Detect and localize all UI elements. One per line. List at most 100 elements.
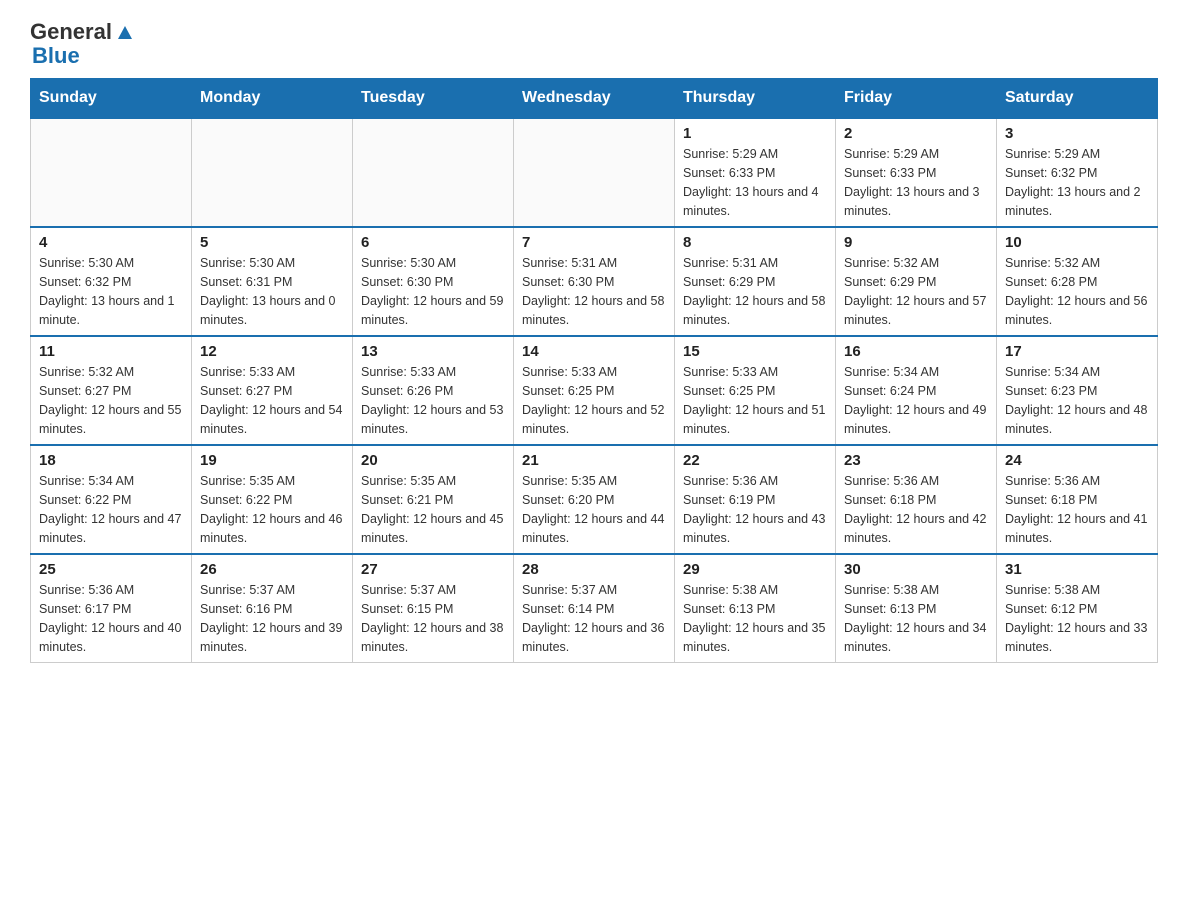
day-info: Sunrise: 5:35 AM Sunset: 6:22 PM Dayligh… — [200, 472, 344, 547]
day-number: 24 — [1005, 452, 1149, 469]
day-number: 31 — [1005, 561, 1149, 578]
day-info: Sunrise: 5:36 AM Sunset: 6:17 PM Dayligh… — [39, 581, 183, 656]
day-info: Sunrise: 5:32 AM Sunset: 6:28 PM Dayligh… — [1005, 254, 1149, 329]
column-header-sunday: Sunday — [31, 79, 192, 119]
day-info: Sunrise: 5:38 AM Sunset: 6:13 PM Dayligh… — [844, 581, 988, 656]
logo: General Blue — [30, 20, 136, 68]
day-number: 9 — [844, 234, 988, 251]
day-info: Sunrise: 5:30 AM Sunset: 6:32 PM Dayligh… — [39, 254, 183, 329]
day-info: Sunrise: 5:29 AM Sunset: 6:32 PM Dayligh… — [1005, 145, 1149, 220]
day-info: Sunrise: 5:30 AM Sunset: 6:31 PM Dayligh… — [200, 254, 344, 329]
calendar-table: SundayMondayTuesdayWednesdayThursdayFrid… — [30, 78, 1158, 663]
day-number: 17 — [1005, 343, 1149, 360]
day-number: 20 — [361, 452, 505, 469]
day-number: 12 — [200, 343, 344, 360]
day-info: Sunrise: 5:37 AM Sunset: 6:16 PM Dayligh… — [200, 581, 344, 656]
day-number: 8 — [683, 234, 827, 251]
calendar-week-2: 4 Sunrise: 5:30 AM Sunset: 6:32 PM Daylig… — [31, 227, 1158, 336]
day-number: 6 — [361, 234, 505, 251]
day-info: Sunrise: 5:33 AM Sunset: 6:27 PM Dayligh… — [200, 363, 344, 438]
column-header-saturday: Saturday — [997, 79, 1158, 119]
column-header-friday: Friday — [836, 79, 997, 119]
calendar-cell: 17Sunrise: 5:34 AM Sunset: 6:23 PM Dayli… — [997, 336, 1158, 445]
day-number: 13 — [361, 343, 505, 360]
calendar-cell: 23 Sunrise: 5:36 AM Sunset: 6:18 PM Dayli… — [836, 445, 997, 554]
day-number: 4 — [39, 234, 183, 251]
calendar-cell: 26Sunrise: 5:37 AM Sunset: 6:16 PM Dayli… — [192, 554, 353, 663]
day-number: 30 — [844, 561, 988, 578]
day-info: Sunrise: 5:33 AM Sunset: 6:25 PM Dayligh… — [683, 363, 827, 438]
day-info: Sunrise: 5:34 AM Sunset: 6:22 PM Dayligh… — [39, 472, 183, 547]
day-info: Sunrise: 5:31 AM Sunset: 6:29 PM Dayligh… — [683, 254, 827, 329]
day-info: Sunrise: 5:29 AM Sunset: 6:33 PM Dayligh… — [844, 145, 988, 220]
calendar-cell: 25 Sunrise: 5:36 AM Sunset: 6:17 PM Dayli… — [31, 554, 192, 663]
calendar-cell: 20 Sunrise: 5:35 AM Sunset: 6:21 PM Dayli… — [353, 445, 514, 554]
calendar-cell: 10 Sunrise: 5:32 AM Sunset: 6:28 PM Dayli… — [997, 227, 1158, 336]
calendar-cell: 31 Sunrise: 5:38 AM Sunset: 6:12 PM Dayli… — [997, 554, 1158, 663]
page-header: General Blue — [30, 20, 1158, 68]
day-number: 25 — [39, 561, 183, 578]
calendar-cell: 3 Sunrise: 5:29 AM Sunset: 6:32 PM Daylig… — [997, 118, 1158, 227]
calendar-cell: 6 Sunrise: 5:30 AM Sunset: 6:30 PM Daylig… — [353, 227, 514, 336]
calendar-cell: 13 Sunrise: 5:33 AM Sunset: 6:26 PM Dayli… — [353, 336, 514, 445]
day-info: Sunrise: 5:36 AM Sunset: 6:18 PM Dayligh… — [1005, 472, 1149, 547]
day-info: Sunrise: 5:35 AM Sunset: 6:21 PM Dayligh… — [361, 472, 505, 547]
calendar-cell — [353, 118, 514, 227]
header-row: SundayMondayTuesdayWednesdayThursdayFrid… — [31, 79, 1158, 119]
day-number: 5 — [200, 234, 344, 251]
calendar-cell: 14Sunrise: 5:33 AM Sunset: 6:25 PM Dayli… — [514, 336, 675, 445]
day-info: Sunrise: 5:37 AM Sunset: 6:14 PM Dayligh… — [522, 581, 666, 656]
day-info: Sunrise: 5:32 AM Sunset: 6:27 PM Dayligh… — [39, 363, 183, 438]
day-number: 18 — [39, 452, 183, 469]
day-number: 27 — [361, 561, 505, 578]
day-info: Sunrise: 5:35 AM Sunset: 6:20 PM Dayligh… — [522, 472, 666, 547]
day-info: Sunrise: 5:31 AM Sunset: 6:30 PM Dayligh… — [522, 254, 666, 329]
calendar-cell: 12 Sunrise: 5:33 AM Sunset: 6:27 PM Dayli… — [192, 336, 353, 445]
day-info: Sunrise: 5:34 AM Sunset: 6:24 PM Dayligh… — [844, 363, 988, 438]
calendar-cell: 21 Sunrise: 5:35 AM Sunset: 6:20 PM Dayli… — [514, 445, 675, 554]
day-number: 22 — [683, 452, 827, 469]
calendar-cell: 11 Sunrise: 5:32 AM Sunset: 6:27 PM Dayli… — [31, 336, 192, 445]
calendar-week-1: 1 Sunrise: 5:29 AM Sunset: 6:33 PM Daylig… — [31, 118, 1158, 227]
day-info: Sunrise: 5:36 AM Sunset: 6:18 PM Dayligh… — [844, 472, 988, 547]
day-info: Sunrise: 5:33 AM Sunset: 6:25 PM Dayligh… — [522, 363, 666, 438]
calendar-cell: 7 Sunrise: 5:31 AM Sunset: 6:30 PM Daylig… — [514, 227, 675, 336]
calendar-cell: 8 Sunrise: 5:31 AM Sunset: 6:29 PM Daylig… — [675, 227, 836, 336]
column-header-tuesday: Tuesday — [353, 79, 514, 119]
calendar-cell: 9 Sunrise: 5:32 AM Sunset: 6:29 PM Daylig… — [836, 227, 997, 336]
calendar-cell: 19Sunrise: 5:35 AM Sunset: 6:22 PM Dayli… — [192, 445, 353, 554]
calendar-cell: 15 Sunrise: 5:33 AM Sunset: 6:25 PM Dayli… — [675, 336, 836, 445]
day-info: Sunrise: 5:38 AM Sunset: 6:13 PM Dayligh… — [683, 581, 827, 656]
logo-text-block: General Blue — [30, 20, 136, 68]
day-info: Sunrise: 5:30 AM Sunset: 6:30 PM Dayligh… — [361, 254, 505, 329]
day-info: Sunrise: 5:38 AM Sunset: 6:12 PM Dayligh… — [1005, 581, 1149, 656]
calendar-body: 1 Sunrise: 5:29 AM Sunset: 6:33 PM Daylig… — [31, 118, 1158, 663]
calendar-week-4: 18 Sunrise: 5:34 AM Sunset: 6:22 PM Dayli… — [31, 445, 1158, 554]
day-number: 15 — [683, 343, 827, 360]
calendar-cell: 24 Sunrise: 5:36 AM Sunset: 6:18 PM Dayli… — [997, 445, 1158, 554]
day-info: Sunrise: 5:36 AM Sunset: 6:19 PM Dayligh… — [683, 472, 827, 547]
calendar-cell: 4 Sunrise: 5:30 AM Sunset: 6:32 PM Daylig… — [31, 227, 192, 336]
day-number: 11 — [39, 343, 183, 360]
calendar-cell — [31, 118, 192, 227]
calendar-cell: 5 Sunrise: 5:30 AM Sunset: 6:31 PM Daylig… — [192, 227, 353, 336]
logo-blue: Blue — [32, 43, 80, 68]
calendar-cell — [192, 118, 353, 227]
calendar-cell: 22 Sunrise: 5:36 AM Sunset: 6:19 PM Dayli… — [675, 445, 836, 554]
day-number: 10 — [1005, 234, 1149, 251]
day-number: 3 — [1005, 125, 1149, 142]
calendar-cell: 2Sunrise: 5:29 AM Sunset: 6:33 PM Daylig… — [836, 118, 997, 227]
day-number: 23 — [844, 452, 988, 469]
day-info: Sunrise: 5:33 AM Sunset: 6:26 PM Dayligh… — [361, 363, 505, 438]
day-info: Sunrise: 5:29 AM Sunset: 6:33 PM Dayligh… — [683, 145, 827, 220]
column-header-wednesday: Wednesday — [514, 79, 675, 119]
calendar-cell: 16Sunrise: 5:34 AM Sunset: 6:24 PM Dayli… — [836, 336, 997, 445]
calendar-week-5: 25 Sunrise: 5:36 AM Sunset: 6:17 PM Dayli… — [31, 554, 1158, 663]
day-number: 29 — [683, 561, 827, 578]
day-number: 21 — [522, 452, 666, 469]
logo-triangle-icon — [114, 21, 136, 43]
calendar-cell: 30 Sunrise: 5:38 AM Sunset: 6:13 PM Dayli… — [836, 554, 997, 663]
day-info: Sunrise: 5:32 AM Sunset: 6:29 PM Dayligh… — [844, 254, 988, 329]
day-number: 1 — [683, 125, 827, 142]
day-number: 7 — [522, 234, 666, 251]
